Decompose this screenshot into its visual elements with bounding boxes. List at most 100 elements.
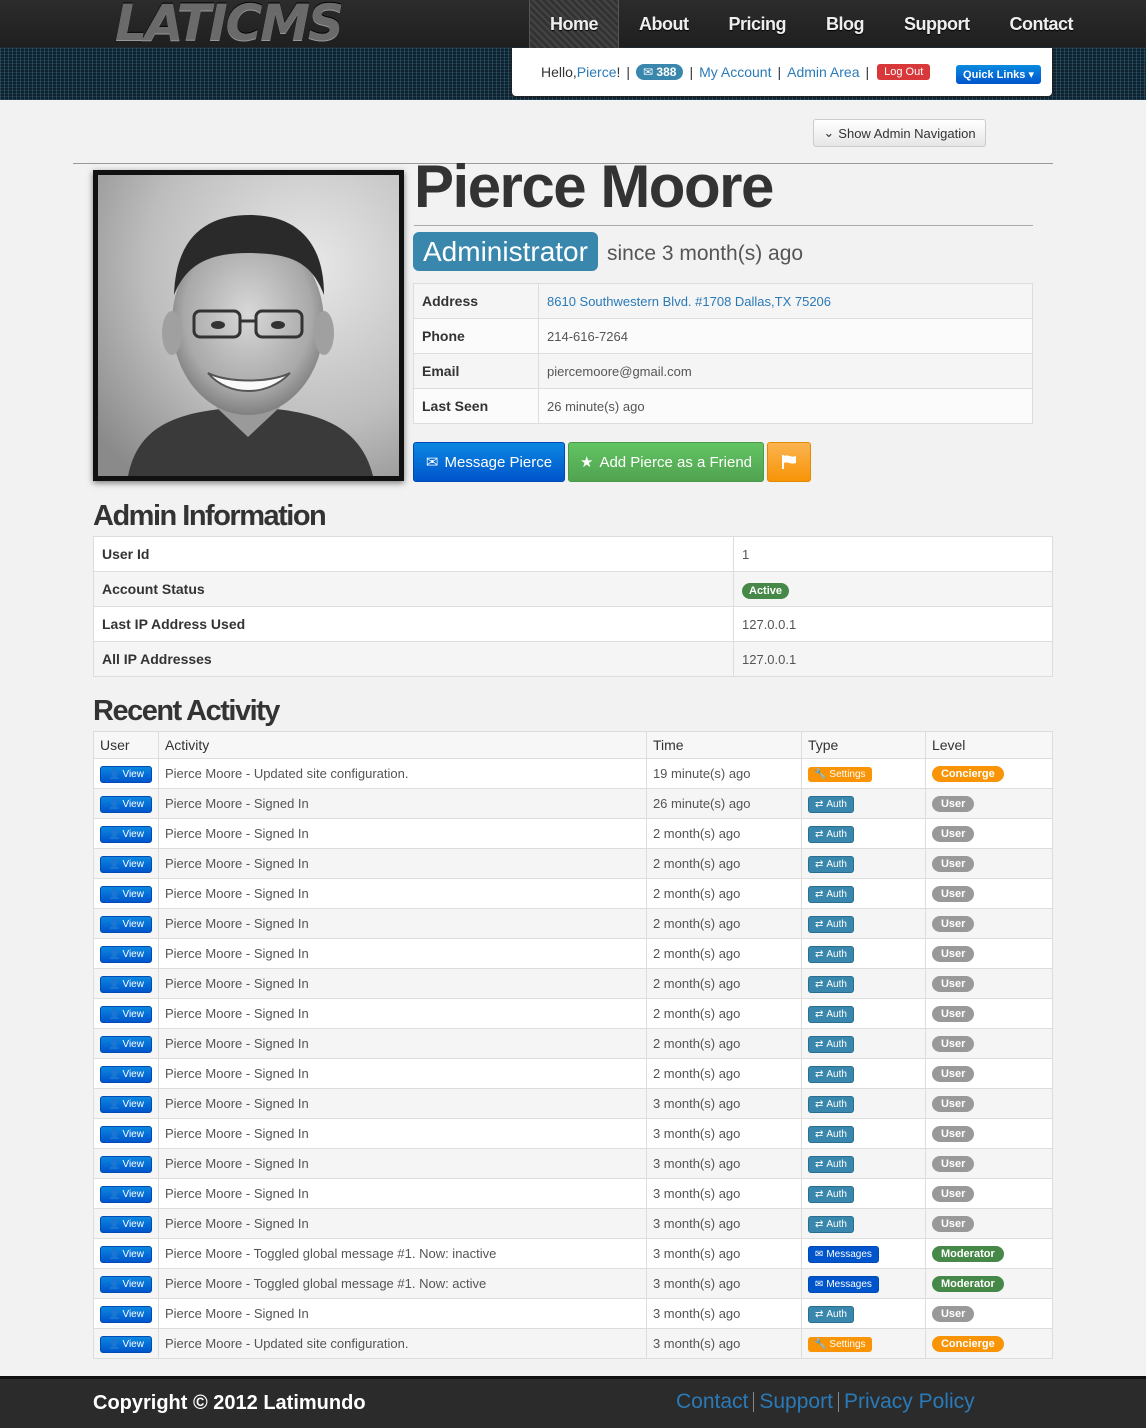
username-link[interactable]: Pierce xyxy=(577,64,617,80)
view-user-button[interactable]: 👤 View xyxy=(100,1035,152,1053)
table-row: 👤 View Pierce Moore - Signed In 3 month(s) … xyxy=(93,1298,1053,1329)
copyright-text: Copyright © 2012 Latimundo xyxy=(93,1392,366,1414)
view-user-button[interactable]: 👤 View xyxy=(100,1305,152,1323)
type-cell: 🔧 Settings xyxy=(801,1328,926,1359)
show-admin-navigation-button[interactable]: ⌄ Show Admin Navigation xyxy=(813,119,986,147)
table-row: Last Seen 26 minute(s) ago xyxy=(413,388,1033,424)
activity-cell: Pierce Moore - Updated site configuratio… xyxy=(158,758,647,789)
divider xyxy=(414,225,1033,226)
nav-home[interactable]: Home xyxy=(529,0,620,48)
view-user-button[interactable]: 👤 View xyxy=(100,1275,152,1293)
table-row: 👤 View Pierce Moore - Signed In 2 month(s) … xyxy=(93,878,1053,909)
level-badge: User xyxy=(931,916,975,932)
view-user-button[interactable]: 👤 View xyxy=(100,1155,152,1173)
type-cell: ⇄ Auth xyxy=(801,938,926,969)
user-cell: 👤 View xyxy=(93,1148,159,1179)
type-text: Auth xyxy=(826,858,847,870)
view-user-button[interactable]: 👤 View xyxy=(100,975,152,993)
view-user-button[interactable]: 👤 View xyxy=(100,825,152,843)
footer-link-support[interactable]: Support xyxy=(756,1390,836,1414)
view-user-button[interactable]: 👤 View xyxy=(100,1245,152,1263)
level-badge: User xyxy=(931,1036,975,1052)
level-badge: Concierge xyxy=(931,766,1004,782)
time-cell: 2 month(s) ago xyxy=(646,1028,802,1059)
view-user-button[interactable]: 👤 View xyxy=(100,765,152,783)
profile-photo xyxy=(93,170,404,481)
user-icon: 👤 xyxy=(108,1338,121,1350)
nav-blog[interactable]: Blog xyxy=(806,0,884,48)
site-logo[interactable]: LATICMS xyxy=(115,0,344,52)
user-cell: 👤 View xyxy=(93,1178,159,1209)
level-badge: User xyxy=(931,1126,975,1142)
envelope-icon: ✉ xyxy=(425,454,439,471)
quick-links-button[interactable]: Quick Links ▾ xyxy=(956,65,1041,84)
shuffle-icon: ⇄ xyxy=(814,1188,824,1200)
type-text: Auth xyxy=(826,1068,847,1080)
field-label: Phone xyxy=(413,318,539,354)
column-header-level[interactable]: Level xyxy=(925,731,1053,759)
nav-support[interactable]: Support xyxy=(884,0,990,48)
view-label: View xyxy=(122,1218,144,1230)
shuffle-icon: ⇄ xyxy=(814,948,824,960)
level-cell: User xyxy=(925,908,1053,939)
time-cell: 3 month(s) ago xyxy=(646,1268,802,1299)
level-badge: User xyxy=(931,1006,975,1022)
add-friend-button[interactable]: ★ Add Pierce as a Friend xyxy=(568,442,764,482)
table-row: 👤 View Pierce Moore - Signed In 2 month(s) … xyxy=(93,998,1053,1029)
table-row: Last IP Address Used 127.0.0.1 xyxy=(93,606,1053,642)
nav-about[interactable]: About xyxy=(619,0,708,48)
column-header-user[interactable]: User xyxy=(93,731,159,759)
activity-cell: Pierce Moore - Signed In xyxy=(158,1178,647,1209)
level-cell: User xyxy=(925,1298,1053,1329)
type-text: Auth xyxy=(826,1218,847,1230)
table-row: 👤 View Pierce Moore - Signed In 2 month(s) … xyxy=(93,908,1053,939)
type-cell: ⇄ Auth xyxy=(801,1028,926,1059)
view-user-button[interactable]: 👤 View xyxy=(100,1005,152,1023)
nav-contact[interactable]: Contact xyxy=(990,0,1094,48)
flag-user-button[interactable] xyxy=(767,442,811,482)
caret-down-icon: ▾ xyxy=(1028,69,1034,81)
level-badge: User xyxy=(931,1306,975,1322)
address-link[interactable]: 8610 Southwestern Blvd. #1708 Dallas,TX … xyxy=(547,294,831,309)
logout-button[interactable]: Log Out xyxy=(877,64,931,80)
shuffle-icon: ⇄ xyxy=(814,888,824,900)
messages-badge[interactable]: ✉ 388 xyxy=(636,64,684,80)
view-user-button[interactable]: 👤 View xyxy=(100,915,152,933)
column-header-activity[interactable]: Activity xyxy=(158,731,647,759)
view-user-button[interactable]: 👤 View xyxy=(100,1185,152,1203)
activity-cell: Pierce Moore - Signed In xyxy=(158,848,647,879)
admin-area-link[interactable]: Admin Area xyxy=(787,64,859,80)
view-label: View xyxy=(122,918,144,930)
message-user-button[interactable]: ✉ Message Pierce xyxy=(413,442,565,482)
view-user-button[interactable]: 👤 View xyxy=(100,945,152,963)
level-cell: User xyxy=(925,818,1053,849)
site-footer: Copyright © 2012 Latimundo Contact Suppo… xyxy=(0,1376,1146,1428)
column-header-type[interactable]: Type xyxy=(801,731,926,759)
view-user-button[interactable]: 👤 View xyxy=(100,1335,152,1353)
role-badge: Administrator xyxy=(413,232,598,271)
time-cell: 2 month(s) ago xyxy=(646,998,802,1029)
activity-cell: Pierce Moore - Signed In xyxy=(158,1208,647,1239)
column-header-time[interactable]: Time xyxy=(646,731,802,759)
type-label: ⇄ Auth xyxy=(807,1125,854,1143)
footer-link-contact[interactable]: Contact xyxy=(673,1390,751,1414)
nav-pricing[interactable]: Pricing xyxy=(709,0,807,48)
type-text: Auth xyxy=(826,798,847,810)
view-user-button[interactable]: 👤 View xyxy=(100,1215,152,1233)
view-user-button[interactable]: 👤 View xyxy=(100,1065,152,1083)
view-user-button[interactable]: 👤 View xyxy=(100,885,152,903)
table-row: Phone 214-616-7264 xyxy=(413,318,1033,354)
footer-link-privacy-policy[interactable]: Privacy Policy xyxy=(841,1390,978,1414)
view-user-button[interactable]: 👤 View xyxy=(100,855,152,873)
view-user-button[interactable]: 👤 View xyxy=(100,1125,152,1143)
view-user-button[interactable]: 👤 View xyxy=(100,1095,152,1113)
table-row: 👤 View Pierce Moore - Signed In 2 month(s) … xyxy=(93,968,1053,999)
activity-cell: Pierce Moore - Signed In xyxy=(158,1058,647,1089)
view-user-button[interactable]: 👤 View xyxy=(100,795,152,813)
type-text: Auth xyxy=(826,1158,847,1170)
user-cell: 👤 View xyxy=(93,1268,159,1299)
my-account-link[interactable]: My Account xyxy=(699,64,771,80)
type-cell: ⇄ Auth xyxy=(801,1298,926,1329)
table-row: 👤 View Pierce Moore - Signed In 3 month(s) … xyxy=(93,1148,1053,1179)
activity-cell: Pierce Moore - Updated site configuratio… xyxy=(158,1328,647,1359)
